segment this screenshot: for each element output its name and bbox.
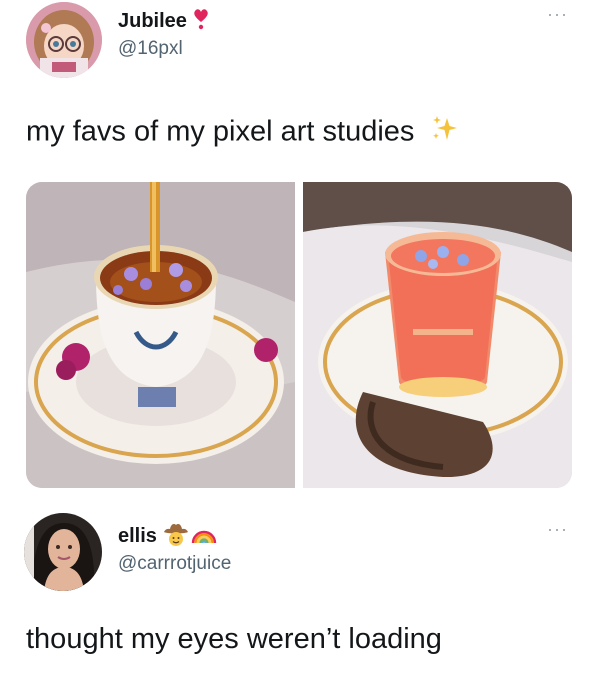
media-image-glass[interactable]: [303, 182, 572, 488]
avatar-ellis-image: [24, 513, 102, 591]
cowboy-face-icon: [163, 521, 189, 552]
tweet-text: thought my eyes weren’t loading: [26, 623, 442, 655]
name-row: ellis: [118, 521, 217, 552]
more-options-icon[interactable]: ···: [547, 519, 568, 540]
avatar[interactable]: [24, 513, 102, 591]
media-grid: [26, 182, 572, 488]
heart-exclamation-icon: [193, 8, 209, 35]
display-name[interactable]: ellis: [118, 525, 157, 548]
tweet-ellis[interactable]: ellis @carrrotjuice ··· thought my eyes …: [0, 505, 600, 676]
sparkles-icon: [430, 114, 460, 152]
glass-drink-pixel-art-image: [303, 182, 572, 488]
rainbow-icon: [191, 521, 217, 552]
media-image-teacup[interactable]: [26, 182, 295, 488]
handle[interactable]: @carrrotjuice: [118, 553, 231, 575]
name-row: Jubilee: [118, 8, 209, 35]
avatar-jubilee-image: [26, 2, 102, 78]
avatar[interactable]: [26, 2, 102, 78]
tweet-text: my favs of my pixel art studies: [26, 114, 460, 152]
display-name[interactable]: Jubilee: [118, 10, 187, 33]
tweet-text-content: my favs of my pixel art studies: [26, 115, 415, 148]
teacup-pixel-art-image: [26, 182, 295, 488]
handle[interactable]: @16pxl: [118, 38, 183, 60]
tweet-jubilee[interactable]: Jubilee @16pxl ··· my favs of my pixel a…: [0, 0, 600, 505]
more-options-icon[interactable]: ···: [547, 4, 568, 25]
